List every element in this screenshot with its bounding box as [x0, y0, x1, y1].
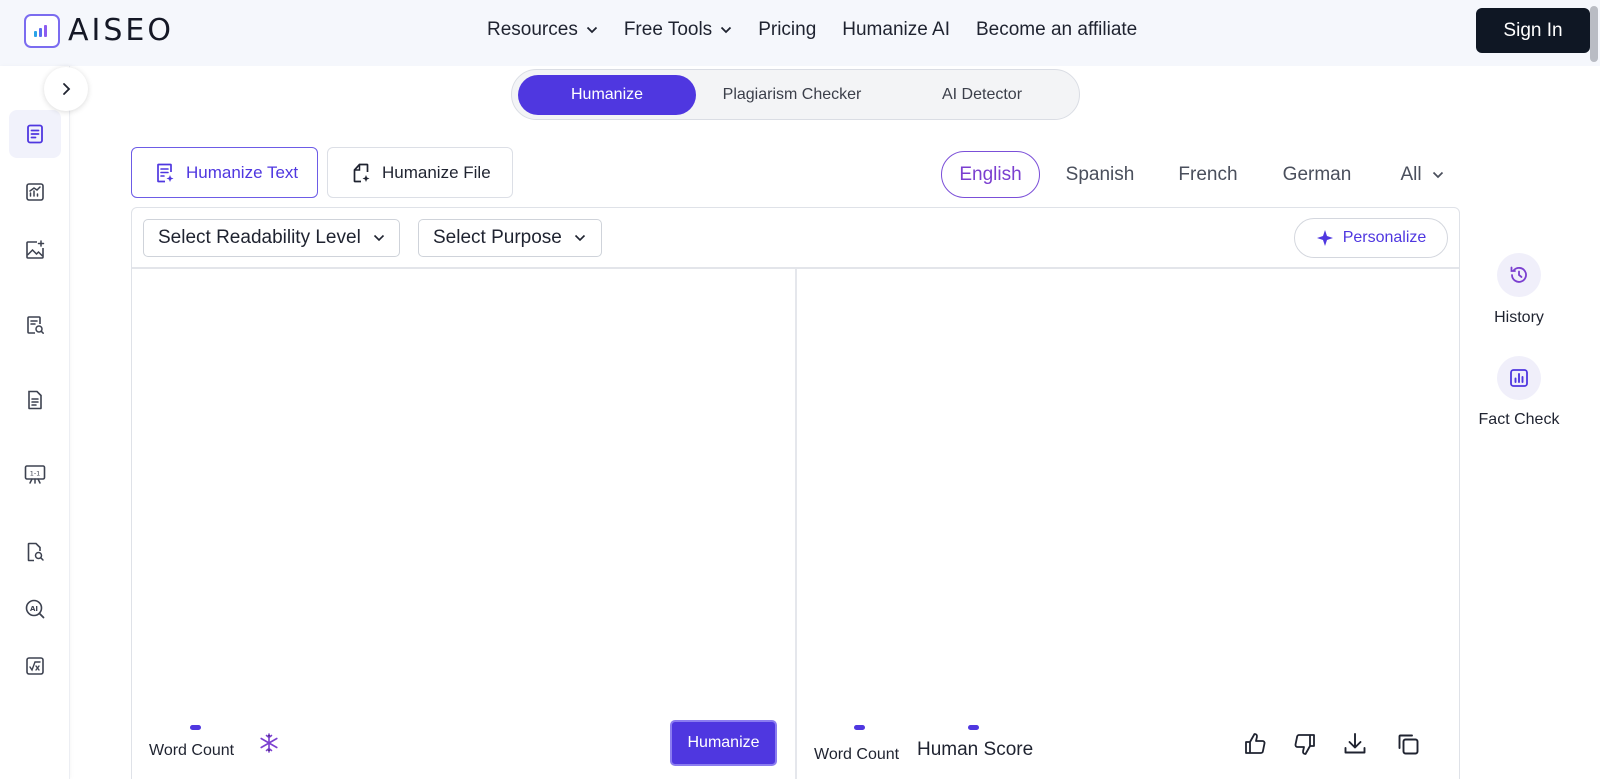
language-spanish[interactable]: Spanish: [1056, 151, 1144, 198]
humanize-text-button[interactable]: Humanize Text: [131, 147, 318, 198]
input-word-count-indicator: [190, 725, 201, 730]
sidebar-expand-button[interactable]: [44, 67, 88, 111]
history-button[interactable]: [1497, 253, 1541, 297]
thumbs-up-icon: [1245, 733, 1266, 754]
output-word-count-indicator: [854, 725, 865, 730]
history-icon: [1510, 266, 1527, 283]
chart-icon: [26, 183, 44, 201]
download-button[interactable]: [1341, 730, 1369, 758]
output-text-area: [797, 271, 1459, 711]
sidebar-item-doc-search[interactable]: [9, 301, 61, 349]
human-score-label: Human Score: [917, 739, 1034, 760]
top-header: AISEO Resources Free Tools Pricing Human…: [0, 0, 1600, 66]
sidebar-item-formula[interactable]: [9, 642, 61, 690]
sidebar-item-humanizer[interactable]: [9, 110, 61, 158]
nav-affiliate[interactable]: Become an affiliate: [976, 19, 1137, 41]
thumbs-up-button[interactable]: [1241, 730, 1269, 758]
humanize-file-label: Humanize File: [382, 162, 491, 182]
language-french[interactable]: French: [1167, 151, 1249, 198]
left-sidebar: 1-1 AI: [0, 66, 70, 779]
language-german[interactable]: German: [1273, 151, 1361, 198]
sidebar-item-analytics[interactable]: [9, 168, 61, 216]
logo-icon: [24, 13, 60, 48]
document-text-icon: [28, 390, 42, 410]
tab-ai-detector[interactable]: AI Detector: [892, 75, 1072, 115]
document-edit-icon: [27, 124, 43, 144]
humanize-text-label: Humanize Text: [186, 162, 299, 182]
fact-check-button[interactable]: [1497, 356, 1541, 400]
human-score-indicator: [968, 725, 979, 730]
nav-resources-label: Resources: [487, 19, 578, 40]
chevron-down-icon: [373, 234, 384, 242]
brand-logo[interactable]: AISEO: [24, 13, 174, 48]
input-text-area[interactable]: [132, 271, 795, 711]
ai-search-icon: AI: [25, 599, 45, 619]
purpose-label: Select Purpose: [433, 227, 562, 248]
chevron-down-icon: [721, 26, 732, 34]
sidebar-item-presentation[interactable]: 1-1: [9, 451, 61, 499]
sidebar-item-image[interactable]: [9, 226, 61, 274]
nav-pricing-label: Pricing: [758, 19, 817, 40]
snowflake-icon[interactable]: [258, 732, 280, 754]
nav-free-tools[interactable]: Free Tools: [624, 19, 732, 41]
page-scrollbar[interactable]: [1590, 6, 1598, 62]
copy-icon: [1398, 734, 1419, 755]
readability-level-select[interactable]: Select Readability Level: [143, 219, 400, 257]
nav-humanize-ai[interactable]: Humanize AI: [842, 19, 950, 41]
svg-text:1-1: 1-1: [30, 470, 41, 478]
language-all-dropdown[interactable]: All: [1386, 151, 1458, 198]
chevron-down-icon: [574, 234, 585, 242]
nav-resources[interactable]: Resources: [487, 19, 598, 41]
nav-affiliate-label: Become an affiliate: [976, 19, 1138, 40]
nav-humanize-ai-label: Humanize AI: [842, 19, 950, 40]
image-sparkle-icon: [26, 240, 45, 259]
formula-icon: [26, 657, 44, 675]
sidebar-item-file-search[interactable]: [9, 528, 61, 576]
main-nav: Resources Free Tools Pricing Humanize AI…: [487, 0, 1163, 60]
thumbs-down-button[interactable]: [1291, 730, 1319, 758]
tab-humanize[interactable]: Humanize: [518, 75, 696, 115]
language-all-label: All: [1400, 163, 1422, 185]
personalize-button[interactable]: Personalize: [1294, 218, 1448, 258]
editor-toolbar: Select Readability Level Select Purpose …: [132, 208, 1459, 269]
chevron-down-icon: [1432, 171, 1443, 178]
thumbs-down-icon: [1294, 734, 1315, 755]
input-word-count-label: Word Count: [149, 742, 235, 759]
humanize-button[interactable]: Humanize: [670, 720, 777, 766]
file-sparkle-icon: [353, 163, 370, 182]
nav-free-tools-label: Free Tools: [623, 19, 713, 40]
document-sparkle-icon: [157, 163, 174, 182]
sidebar-item-document[interactable]: [9, 376, 61, 424]
mode-tabs: Humanize Plagiarism Checker AI Detector: [511, 69, 1080, 120]
bar-chart-icon: [1510, 369, 1528, 387]
editor-panel: Select Readability Level Select Purpose …: [131, 207, 1460, 779]
download-icon: [1344, 733, 1366, 754]
history-label: History: [1494, 309, 1544, 326]
humanize-file-button[interactable]: Humanize File: [327, 147, 513, 198]
sign-in-button[interactable]: Sign In: [1476, 8, 1590, 53]
language-english[interactable]: English: [941, 151, 1040, 198]
document-search-icon: [27, 316, 44, 334]
chevron-right-icon: [63, 83, 71, 95]
presentation-icon: 1-1: [24, 465, 46, 484]
readability-level-label: Select Readability Level: [158, 227, 361, 248]
svg-text:AI: AI: [30, 605, 38, 613]
fact-check-label: Fact Check: [1478, 411, 1560, 428]
nav-pricing[interactable]: Pricing: [758, 19, 816, 41]
sparkle-icon: [1316, 230, 1333, 246]
copy-button[interactable]: [1394, 730, 1422, 758]
chevron-down-icon: [586, 26, 597, 34]
sidebar-item-ai-search[interactable]: AI: [9, 585, 61, 633]
file-search-icon: [27, 542, 44, 562]
tab-plagiarism-checker[interactable]: Plagiarism Checker: [697, 75, 887, 115]
personalize-label: Personalize: [1342, 229, 1427, 246]
brand-name: AISEO: [68, 13, 174, 48]
output-word-count-label: Word Count: [814, 746, 900, 763]
purpose-select[interactable]: Select Purpose: [418, 219, 602, 257]
